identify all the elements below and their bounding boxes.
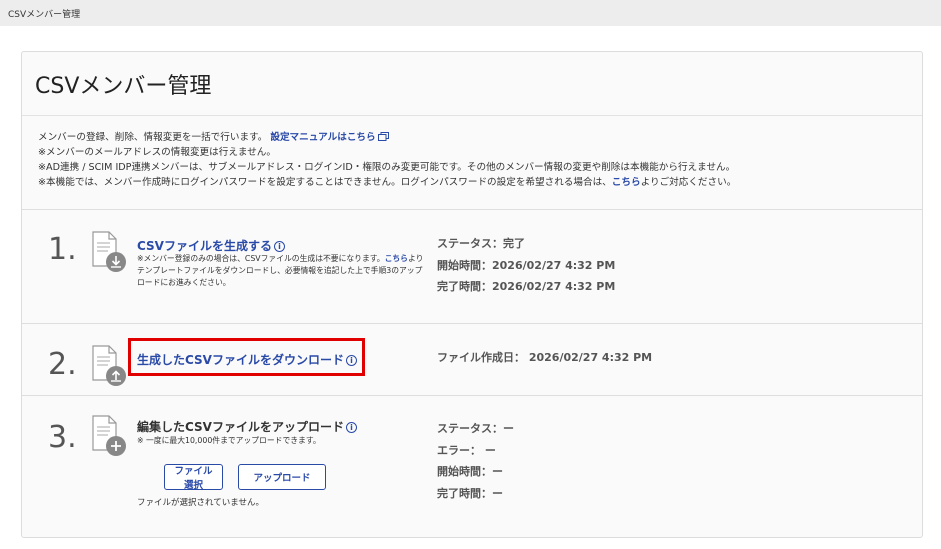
step-number: 3.: [48, 420, 77, 455]
steps-list: 1. CSVファイルを生成する i ※メンバー登録のみの場合は、CSVファイルの生…: [22, 209, 922, 536]
status-text: ステータス：完了: [437, 237, 525, 250]
upload-csv-label: 編集したCSVファイルをアップロード: [137, 420, 344, 434]
window-title-bar: CSVメンバー管理: [0, 0, 941, 26]
highlight-box: [128, 338, 365, 376]
start-time-text: 開始時間：2026/02/27 4:32 PM: [437, 258, 616, 272]
window-title: CSVメンバー管理: [8, 9, 81, 20]
external-link-icon: [377, 132, 389, 141]
notes-line-2: ※メンバーのメールアドレスの情報変更は行えません。: [38, 147, 276, 158]
step-1-description: ※メンバー登録のみの場合は、CSVファイルの生成は不要になります。こちらよりテン…: [137, 253, 427, 289]
upload-document-icon: [92, 345, 126, 386]
notes-line-4-post: よりご対応ください。: [640, 177, 737, 188]
step-number: 1.: [48, 232, 77, 267]
step-1-status: ステータス：完了 開始時間：2026/02/27 4:32 PM 完了時間：20…: [437, 233, 615, 298]
step-3-description: ※ 一度に最大10,000件までアップロードできます。: [137, 436, 321, 445]
upload-button[interactable]: アップロード: [238, 464, 326, 490]
notes-line-1: メンバーの登録、削除、情報変更を一括で行います。 設定マニュアルはこちら: [38, 130, 922, 145]
status-text: ステータス：ー: [437, 422, 514, 435]
file-created-date-text: ファイル作成日： 2026/02/27 4:32 PM: [437, 351, 653, 364]
notes-line-1-text: メンバーの登録、削除、情報変更を一括で行います。: [38, 132, 268, 143]
step-1: 1. CSVファイルを生成する i ※メンバー登録のみの場合は、CSVファイルの生…: [22, 210, 922, 324]
notes-line-4: ※本機能では、メンバー作成時にログインパスワードを設定することはできません。ログ…: [38, 175, 922, 190]
notes-line-3: ※AD連携 / SCIM IDP連携メンバーは、サブメールアドレス・ログインID…: [38, 162, 736, 173]
notes-line-4-pre: ※本機能では、メンバー作成時にログインパスワードを設定することはできません。ログ…: [38, 177, 612, 188]
manual-link-label: 設定マニュアルはこちら: [270, 132, 376, 143]
generate-csv-label: CSVファイルを生成する: [137, 239, 272, 253]
end-time-text: 完了時間：2026/02/27 4:32 PM: [437, 280, 616, 293]
password-link[interactable]: こちら: [612, 177, 641, 188]
step-3: 3. 編集したCSVファイルをアップロード i ※ 一度に最大10,000件までア…: [22, 396, 922, 536]
add-document-icon: [92, 415, 126, 456]
page-title: CSVメンバー管理: [22, 52, 922, 116]
info-icon[interactable]: i: [273, 241, 285, 252]
download-document-icon: [92, 231, 126, 272]
upload-csv-title: 編集したCSVファイルをアップロード i: [137, 418, 357, 435]
step-3-status: ステータス：ー エラー： ー 開始時間：ー 完了時間：ー: [437, 418, 514, 504]
file-select-button[interactable]: ファイル選択: [164, 464, 223, 491]
step-number: 2.: [48, 347, 77, 382]
step-1-desc-pre: ※メンバー登録のみの場合は、CSVファイルの生成は不要になります。: [137, 254, 385, 263]
manual-link[interactable]: 設定マニュアルはこちら: [270, 132, 389, 143]
generate-csv-link[interactable]: CSVファイルを生成する i: [137, 237, 285, 254]
start-time-text: 開始時間：ー: [437, 465, 503, 478]
end-time-text: 完了時間：ー: [437, 486, 503, 500]
template-link[interactable]: こちら: [385, 254, 408, 263]
csv-member-card: CSVメンバー管理 メンバーの登録、削除、情報変更を一括で行います。 設定マニュ…: [21, 51, 923, 538]
page-content: CSVメンバー管理 メンバーの登録、削除、情報変更を一括で行います。 設定マニュ…: [0, 26, 941, 549]
error-text: エラー： ー: [437, 443, 496, 457]
step-2-status: ファイル作成日： 2026/02/27 4:32 PM: [437, 347, 652, 369]
no-file-selected-text: ファイルが選択されていません。: [137, 498, 264, 508]
step-2: 2. 生成したCSVファイルをダウンロード i ファイル作成日： 2026/02…: [22, 324, 922, 396]
info-icon[interactable]: i: [345, 422, 357, 433]
